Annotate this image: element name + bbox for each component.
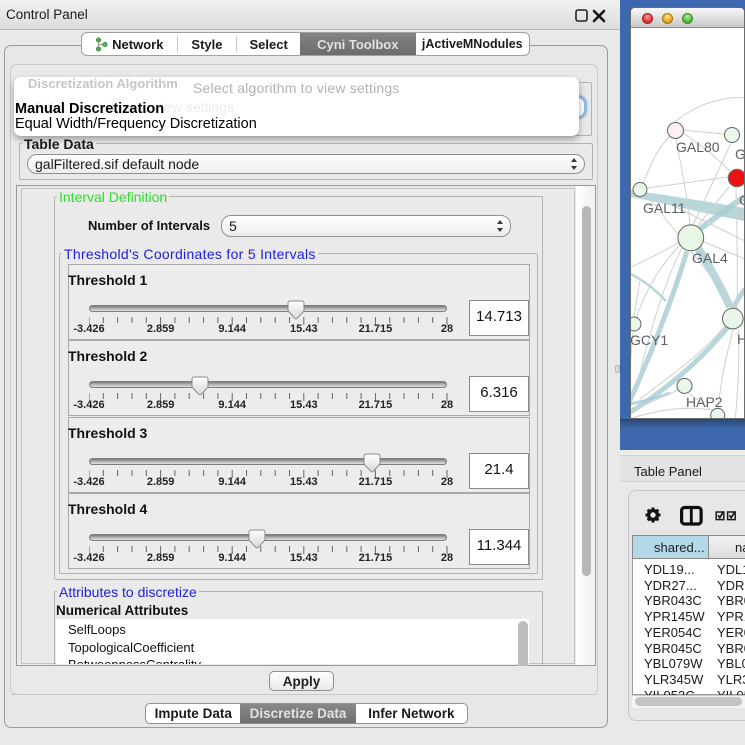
svg-text:GAL80: GAL80 — [676, 139, 720, 155]
svg-text:GAL4: GAL4 — [692, 250, 728, 266]
svg-text:GAL11: GAL11 — [643, 200, 686, 216]
svg-text:H: H — [737, 331, 745, 347]
svg-text:C: C — [739, 192, 745, 208]
svg-text:GCY1: GCY1 — [631, 332, 668, 348]
svg-text:HAP2: HAP2 — [686, 394, 723, 410]
svg-text:G.: G. — [735, 146, 745, 162]
